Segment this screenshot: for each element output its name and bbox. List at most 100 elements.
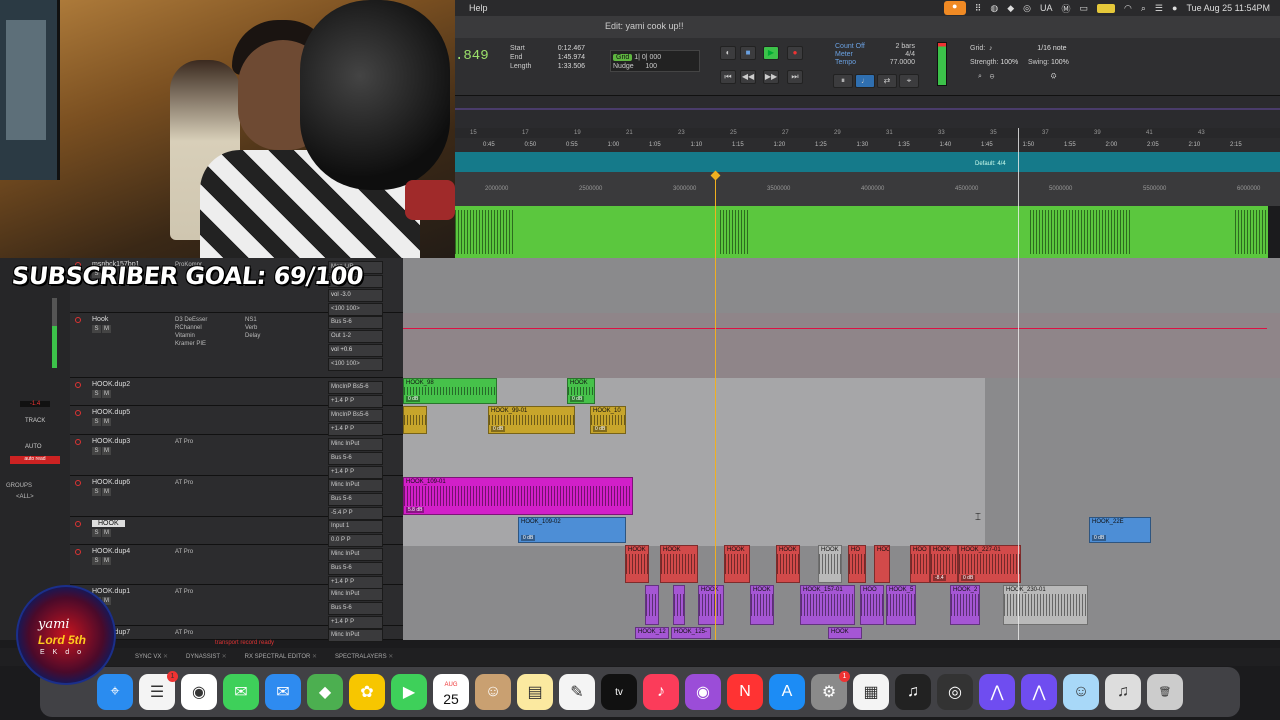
solo-button[interactable]: S <box>92 390 101 398</box>
insert-slot[interactable]: RChannel <box>175 324 207 332</box>
mic-active-icon[interactable]: ● <box>943 1 966 15</box>
grid-mode[interactable]: Grid <box>613 54 633 61</box>
audio-clip[interactable]: HOOK <box>828 627 862 639</box>
maps-icon[interactable]: ◆ <box>307 674 343 710</box>
insert-slot[interactable]: Kramer PIE <box>175 340 207 348</box>
safari-icon[interactable]: ⌖ <box>97 674 133 710</box>
nudge-value[interactable]: 100 <box>645 63 657 70</box>
search-icon[interactable]: ⌕ <box>1141 3 1146 14</box>
send-slot[interactable]: Delay <box>245 332 260 340</box>
track-row[interactable]: HOOK.dup3 S M AT Pro Minc InPut Bus 5-6 +1.4 P… <box>70 435 403 479</box>
finder-icon[interactable]: ☺ <box>1063 674 1099 710</box>
freeform-icon[interactable]: ✎ <box>559 674 595 710</box>
meter-ruler[interactable]: Default: 4/4 <box>455 152 1280 172</box>
audio-clip[interactable] <box>673 585 685 625</box>
send-slot[interactable]: Verb <box>245 324 260 332</box>
menu-help[interactable]: Help <box>469 3 488 13</box>
tempo-map-icon[interactable]: ⌖ <box>899 74 919 88</box>
io-selector[interactable]: Bus 5-6 <box>328 562 383 575</box>
record-enable-icon[interactable] <box>75 480 81 486</box>
chrome-icon[interactable]: ◉ <box>181 674 217 710</box>
news-icon[interactable]: N <box>727 674 763 710</box>
main-counter[interactable]: .849 <box>455 48 489 64</box>
mute-button[interactable]: M <box>102 447 111 455</box>
io-selector[interactable]: Bus 5-6 <box>328 602 383 615</box>
track-name[interactable]: Hook <box>92 316 108 323</box>
hook-track-lane[interactable] <box>403 313 1280 378</box>
m-icon[interactable]: Ⓜ <box>1061 2 1070 15</box>
audio-clip[interactable]: HOOK_10 0 dB <box>590 406 626 434</box>
audio-clip[interactable]: HOOK <box>724 545 750 583</box>
audio-clip[interactable]: HOOK_109-01 5.8 dB <box>403 477 633 515</box>
utility-icon[interactable]: ◎ <box>937 674 973 710</box>
mute-button[interactable]: M <box>102 325 111 333</box>
track-name[interactable]: HOOK.dup4 <box>92 548 130 555</box>
insert-slot[interactable]: AT Pro <box>175 438 193 446</box>
groups-all[interactable]: <ALL> <box>16 494 34 500</box>
avid2-icon[interactable]: ⋀ <box>1021 674 1057 710</box>
audio-clip[interactable]: HOOK <box>660 545 698 583</box>
audio-clip[interactable]: HOOK_230-01 <box>1003 585 1088 625</box>
audio-clip[interactable]: HOOK 0 dB <box>567 378 595 404</box>
track-name[interactable]: HOOK.dup1 <box>92 588 130 595</box>
volume-readout[interactable]: vol -3.0 <box>328 289 383 302</box>
insert-slot[interactable]: AT Pro <box>175 629 193 637</box>
track-row[interactable]: HOOK.dup4 S M AT Pro Minc InPut Bus 5-6 +1.4 P… <box>70 545 403 589</box>
notes-icon[interactable]: ▤ <box>517 674 553 710</box>
track-name[interactable]: HOOK.dup3 <box>92 438 130 445</box>
io-selector[interactable]: MncInP Bs5-6 <box>328 409 383 422</box>
audio-clip[interactable]: HOOK <box>750 585 774 625</box>
io-selector[interactable]: Minc InPut <box>328 479 383 492</box>
contacts-icon[interactable]: ☺ <box>475 674 511 710</box>
protools-icon[interactable]: ♫ <box>895 674 931 710</box>
audio-clip[interactable]: HOOK <box>776 545 800 583</box>
trash-icon[interactable]: 🗑 <box>1147 674 1183 710</box>
insert-slot[interactable]: AT Pro <box>175 588 193 596</box>
io-selector[interactable]: Minc InPut <box>328 588 383 601</box>
track-name[interactable]: HOOK.dup6 <box>92 479 130 486</box>
return-to-zero-button[interactable]: ⏮ <box>720 70 736 84</box>
track-row[interactable]: HOOK.dup6 S M AT Pro Minc InPut Bus 5-6 -5.4 P… <box>70 476 403 520</box>
record-button[interactable]: ● <box>787 46 803 60</box>
strength-value[interactable]: 100% <box>1000 59 1018 66</box>
tab-dynassist[interactable]: DYNASSIST <box>186 653 227 666</box>
io-selector[interactable]: MncInP Bs5-6 <box>328 381 383 394</box>
fader-value[interactable]: -1.4 <box>20 401 50 407</box>
start-value[interactable]: 0:12.467 <box>555 44 585 53</box>
volume-readout[interactable]: vol +0.6 <box>328 344 383 357</box>
audio-clip[interactable]: HOOK_227-01 0 dB <box>958 545 1021 583</box>
appstore-icon[interactable]: A <box>769 674 805 710</box>
track-row[interactable]: Hook S M D3 DeEsser RChannel Vitamin Kramer PI… <box>70 313 403 378</box>
mute-button[interactable]: M <box>102 488 111 496</box>
io-selector[interactable]: Minc InPut <box>328 629 383 642</box>
track-fader[interactable] <box>52 298 57 368</box>
messages-icon[interactable]: ✉ <box>223 674 259 710</box>
solo-button[interactable]: S <box>92 529 101 537</box>
track-row[interactable]: HOOK.dup7AT ProMinc InPut <box>70 626 403 642</box>
audio-clip[interactable]: HOOK_125- <box>671 627 711 639</box>
audio-clip[interactable] <box>403 406 427 434</box>
count-off-label[interactable]: Count Off <box>835 43 865 51</box>
photos-icon[interactable]: ✿ <box>349 674 385 710</box>
pan-readout[interactable]: <100 100> <box>328 358 383 371</box>
mute-button[interactable]: M <box>102 418 111 426</box>
solo-button[interactable]: S <box>92 488 101 496</box>
metronome-icon[interactable]: ♩ <box>855 74 875 88</box>
battery-icon[interactable] <box>1097 3 1116 13</box>
tab-sync-vx[interactable]: SYNC VX <box>135 653 168 666</box>
insert-slot[interactable]: AT Pro <box>175 479 193 487</box>
send-slot[interactable]: NS1 <box>245 316 260 324</box>
record-enable-icon[interactable] <box>75 410 81 416</box>
audio-clip[interactable]: HOOK_99-01 0 dB <box>488 406 575 434</box>
io-selector[interactable]: Minc InPut <box>328 548 383 561</box>
audio-clip[interactable]: HOOK_22E 0 dB <box>1089 517 1151 543</box>
audio-clip[interactable]: HOO <box>910 545 930 583</box>
length-value[interactable]: 1:33.506 <box>555 62 585 71</box>
mute-button[interactable]: M <box>102 390 111 398</box>
audio-clip[interactable]: HOO <box>874 545 890 583</box>
tempo-value[interactable]: 77.0000 <box>875 59 915 67</box>
io-selector[interactable]: Bus 5-6 <box>328 452 383 465</box>
minsecs-ruler[interactable]: 0:45 0:50 0:55 1:00 1:05 1:10 1:15 1:20 1:25 1:30… <box>455 138 1280 152</box>
grid-icon[interactable]: ⠿ <box>975 3 982 14</box>
menubar-clock[interactable]: Tue Aug 25 11:54PM <box>1186 3 1270 13</box>
